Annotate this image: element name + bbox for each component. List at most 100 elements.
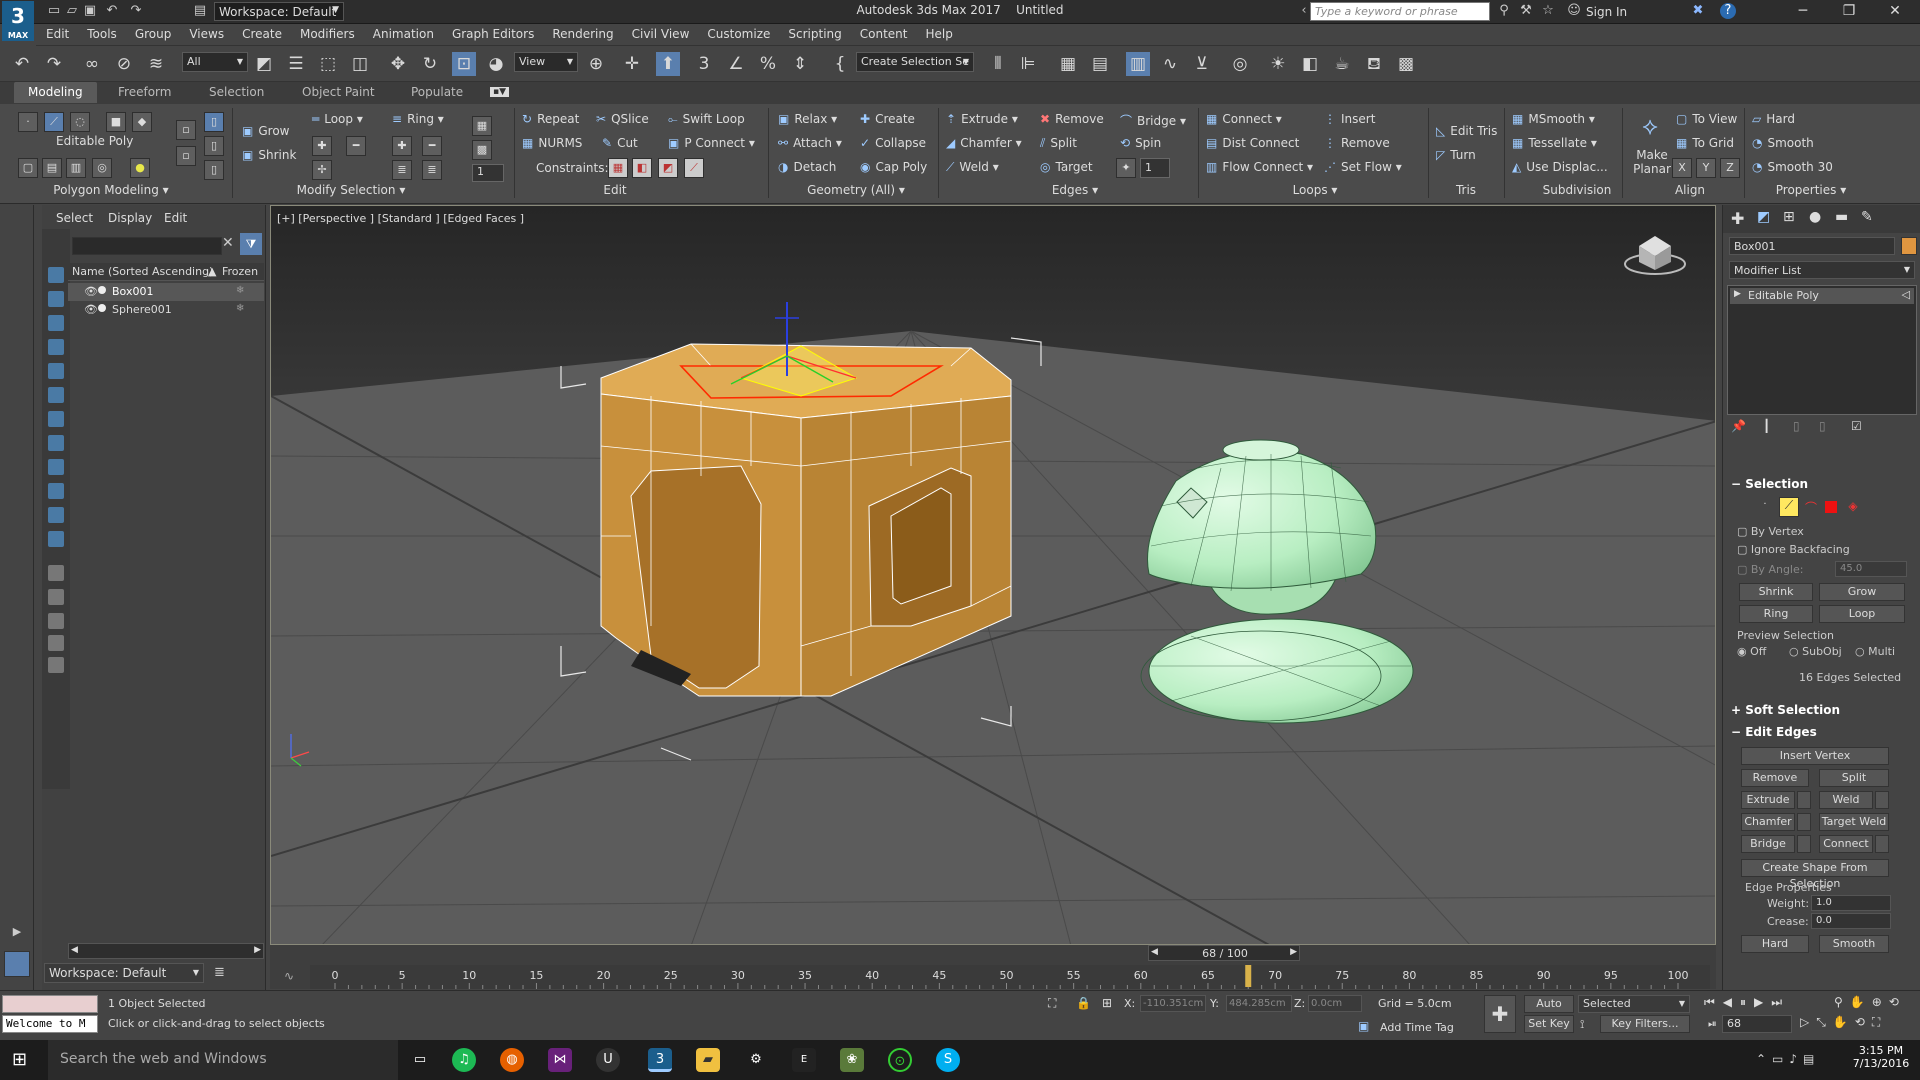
menu-animation[interactable]: Animation: [363, 24, 442, 41]
constraint-edge-icon[interactable]: ◧: [632, 158, 652, 178]
split-button[interactable]: ⫽ Split: [1040, 136, 1077, 151]
viewport-layout-icon[interactable]: [4, 951, 30, 977]
window-crossing-icon[interactable]: ◫: [348, 52, 372, 76]
viewport-nav-top[interactable]: ⚲✋⊕⟲: [1834, 995, 1906, 1009]
material-editor-icon[interactable]: ◎: [1228, 52, 1252, 76]
percent-snap-icon[interactable]: %: [756, 52, 780, 76]
attach-button[interactable]: ⚯ Attach ▾: [778, 136, 842, 150]
loop-shift-icon[interactable]: ✚: [312, 136, 332, 156]
smooth-button[interactable]: ◔ Smooth: [1752, 136, 1814, 150]
vertex-select-icon[interactable]: ·: [1757, 499, 1773, 515]
select-object-icon[interactable]: ◩: [252, 52, 276, 76]
unreal-icon[interactable]: U: [596, 1048, 620, 1072]
key-mode-toggle-icon[interactable]: ⟟: [1580, 1017, 1584, 1032]
selection-loop-button[interactable]: Loop: [1819, 605, 1905, 623]
cap-poly-button[interactable]: ◉ Cap Poly: [860, 160, 927, 174]
tab-selection[interactable]: Selection: [209, 85, 264, 99]
grow-button[interactable]: ▣ Grow: [242, 124, 289, 138]
geometry-group[interactable]: Geometry (All) ▾: [776, 183, 936, 197]
chamfer-button[interactable]: ◢ Chamfer ▾: [946, 136, 1022, 150]
time-tag-icon[interactable]: ▣: [1358, 1019, 1369, 1033]
loop-button[interactable]: ═ Loop ▾: [312, 112, 363, 126]
loop-shrink-icon[interactable]: ━: [346, 136, 366, 156]
object-color-swatch[interactable]: [1901, 237, 1917, 255]
open-file-icon[interactable]: ▱: [64, 3, 80, 19]
edge-hard-button[interactable]: Hard: [1741, 935, 1809, 953]
user-icon[interactable]: ☺: [1566, 3, 1582, 19]
remove-modifier-icon[interactable]: ▯: [1819, 419, 1826, 433]
loop-grow-icon[interactable]: ✢: [312, 160, 332, 180]
edge-chamfer-button[interactable]: Chamfer: [1741, 813, 1795, 831]
filter-containers-icon[interactable]: [48, 483, 64, 499]
ring-grow-icon[interactable]: ✚: [392, 136, 412, 156]
pivot-center-icon[interactable]: ⊕: [584, 52, 608, 76]
remove-edges-button[interactable]: ✖ Remove: [1040, 112, 1104, 126]
filter-cameras-icon[interactable]: [48, 339, 64, 355]
modify-selection-group[interactable]: Modify Selection ▾: [276, 183, 426, 197]
expand-panel-icon[interactable]: ▶: [8, 925, 26, 943]
configure-sets-icon[interactable]: ☑: [1851, 419, 1862, 433]
weight-spinner[interactable]: 1.0: [1811, 895, 1891, 911]
menu-views[interactable]: Views: [179, 24, 232, 41]
to-grid-button[interactable]: ▦ To Grid: [1676, 136, 1734, 150]
next-frame-icon[interactable]: ▶: [1290, 947, 1297, 957]
edge-split-button[interactable]: Split: [1819, 769, 1889, 787]
save-icon[interactable]: ▣: [82, 3, 98, 19]
selection-rollout-header[interactable]: − Selection: [1731, 477, 1808, 491]
swift-loop-button[interactable]: ⟜ Swift Loop: [668, 112, 745, 127]
undo-icon[interactable]: ↶: [104, 3, 120, 19]
rotate-icon[interactable]: ↻: [418, 52, 442, 76]
playback-controls[interactable]: ⏮◀⏸▶⏭: [1704, 995, 1824, 1010]
edges-step-icon[interactable]: ✦: [1116, 158, 1136, 178]
app-menu-button[interactable]: 3 MAX: [2, 1, 34, 41]
properties-group[interactable]: Properties ▾: [1746, 183, 1876, 197]
scene-menu-edit[interactable]: Edit: [164, 211, 187, 225]
tab-populate[interactable]: Populate: [411, 85, 463, 99]
create-shape-button[interactable]: Create Shape From Selection: [1741, 859, 1889, 890]
menu-content[interactable]: Content: [850, 24, 916, 41]
xbox-icon[interactable]: ⊙: [888, 1048, 912, 1072]
move-icon[interactable]: ✥: [386, 52, 410, 76]
insert-loop-button[interactable]: ⋮ Insert: [1324, 112, 1375, 126]
project-folder-icon[interactable]: ▤: [192, 3, 208, 19]
y-coordinate-field[interactable]: 484.285cm: [1226, 995, 1292, 1012]
ignore-backfacing-checkbox[interactable]: ▢ Ignore Backfacing: [1737, 543, 1850, 556]
set-keys-icon[interactable]: ✚: [1484, 995, 1516, 1033]
curve-editor-mini-icon[interactable]: ∿: [284, 969, 294, 983]
constraint-none-icon[interactable]: ▦: [608, 158, 628, 178]
edit-edges-rollout-header[interactable]: − Edit Edges: [1731, 725, 1817, 739]
scroll-right-icon[interactable]: ▶: [254, 945, 261, 955]
edge-extrude-button[interactable]: Extrude: [1741, 791, 1795, 809]
display-invert-icon[interactable]: [48, 613, 64, 629]
add-time-tag[interactable]: Add Time Tag: [1380, 1021, 1454, 1034]
selection-shrink-button[interactable]: Shrink: [1739, 583, 1813, 601]
binoculars-icon[interactable]: ⚲: [1496, 3, 1512, 19]
filter-geometry-icon[interactable]: [48, 267, 64, 283]
epic-games-icon[interactable]: E: [792, 1048, 816, 1072]
favorites-icon[interactable]: ☆: [1540, 3, 1556, 19]
ignore-backfacing-icon[interactable]: ▫: [176, 120, 196, 140]
p-connect-button[interactable]: ▣ P Connect ▾: [668, 136, 755, 150]
settings-icon[interactable]: ⚙: [744, 1048, 768, 1072]
freeze-snowflake-icon[interactable]: ❄: [236, 285, 244, 296]
filter-hidden-icon[interactable]: [48, 531, 64, 547]
align-y-button[interactable]: Y: [1696, 158, 1716, 178]
spotify-icon[interactable]: ♫: [452, 1048, 476, 1072]
visual-studio-icon[interactable]: ⋈: [548, 1048, 572, 1072]
edges-group[interactable]: Edges ▾: [1000, 183, 1150, 197]
create-tab-icon[interactable]: ✚: [1731, 209, 1744, 228]
menu-group[interactable]: Group: [125, 24, 180, 41]
pin-stack-icon[interactable]: 📌: [1731, 419, 1746, 433]
rectangular-selection-icon[interactable]: ⬚: [316, 52, 340, 76]
smooth-30-button[interactable]: ◔ Smooth 30: [1752, 160, 1833, 174]
constraint-normal-icon[interactable]: ⟋: [684, 158, 704, 178]
new-file-icon[interactable]: ▭: [46, 3, 62, 19]
sync-selection-icon[interactable]: [48, 635, 64, 651]
border-select-icon[interactable]: ⌒: [1803, 499, 1819, 515]
taskbar-search[interactable]: Search the web and Windows: [48, 1040, 398, 1080]
hard-button[interactable]: ▱ Hard: [1752, 112, 1795, 126]
box001-mesh[interactable]: [600, 343, 1012, 697]
by-vertex-icon[interactable]: ▯: [204, 112, 224, 132]
current-frame-marker[interactable]: [1245, 965, 1252, 987]
scene-workspace-dropdown[interactable]: Workspace: Default ▼: [44, 963, 204, 983]
